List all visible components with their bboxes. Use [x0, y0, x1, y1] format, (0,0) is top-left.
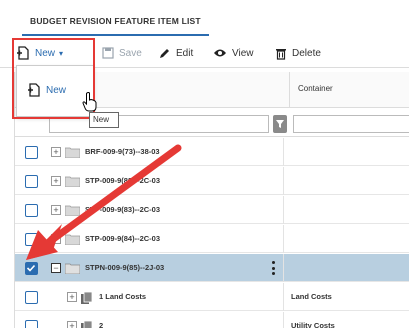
folder-icon	[65, 147, 80, 158]
delete-button-label: Delete	[292, 47, 321, 59]
expand-icon[interactable]: +	[51, 205, 61, 215]
row-checkbox[interactable]	[25, 175, 38, 188]
column-divider	[283, 196, 284, 224]
folder-icon	[65, 176, 80, 187]
collapse-icon[interactable]: −	[51, 263, 61, 273]
save-button-label: Save	[119, 47, 142, 59]
filter-button[interactable]	[273, 115, 287, 133]
hand-cursor-icon	[82, 92, 97, 112]
edit-button[interactable]: Edit	[158, 38, 193, 68]
container-filter-input[interactable]	[293, 115, 409, 133]
row-checkbox[interactable]	[25, 291, 38, 304]
save-button[interactable]: Save	[102, 38, 142, 68]
row-checkbox[interactable]	[25, 233, 38, 246]
tooltip: New	[89, 112, 119, 128]
table-row[interactable]: + BRF-009-9(73)--38-03	[15, 138, 409, 166]
table-row[interactable]: + STP-009-9(84)--2C-03	[15, 225, 409, 253]
tab-budget-revision-feature-item-list[interactable]: BUDGET REVISION FEATURE ITEM LIST	[22, 14, 209, 36]
column-divider	[283, 254, 284, 282]
expand-icon[interactable]: +	[51, 147, 61, 157]
row-checkbox[interactable]	[25, 204, 38, 217]
row-name: STP-009-9(83)--2C-03	[85, 205, 161, 214]
table-row-selected[interactable]: − STPN-009-9(85)--2J-03	[15, 254, 409, 282]
row-container: Land Costs	[291, 292, 332, 301]
row-name: 1 Land Costs	[99, 292, 147, 301]
delete-button[interactable]: Delete	[275, 38, 321, 68]
folder-icon	[65, 234, 80, 245]
column-divider	[283, 312, 284, 328]
row-checkbox-checked[interactable]	[25, 262, 38, 275]
eye-icon	[214, 49, 226, 57]
table-row[interactable]: + STP-009-9(82)--2C-03	[15, 167, 409, 195]
table-row[interactable]: + 1 Land Costs Land Costs	[15, 283, 409, 311]
row-checkbox[interactable]	[25, 146, 38, 159]
expand-icon[interactable]: +	[51, 234, 61, 244]
expand-icon[interactable]: +	[67, 321, 77, 328]
column-header-container[interactable]: Container	[289, 72, 409, 108]
view-button-label: View	[232, 47, 254, 59]
row-name: 2	[99, 321, 104, 328]
save-icon	[102, 47, 114, 59]
row-name: BRF-009-9(73)--38-03	[85, 147, 160, 156]
column-divider	[283, 225, 284, 253]
table-row[interactable]: + STP-009-9(83)--2C-03	[15, 196, 409, 224]
table-row[interactable]: + 2 Utility Costs	[15, 312, 409, 328]
row-container: Utility Costs	[291, 321, 335, 328]
folder-icon	[65, 205, 80, 216]
row-menu-icon[interactable]	[271, 261, 275, 275]
pencil-icon	[160, 48, 169, 58]
tab-bar: BUDGET REVISION FEATURE ITEM LIST	[0, 0, 409, 36]
row-checkbox[interactable]	[25, 320, 38, 328]
folder-icon	[65, 263, 80, 274]
column-divider	[283, 283, 284, 311]
item-icon	[81, 321, 93, 328]
row-name: STPN-009-9(85)--2J-03	[85, 263, 165, 272]
column-divider	[283, 167, 284, 195]
edit-button-label: Edit	[176, 47, 194, 59]
trash-icon	[276, 48, 286, 60]
checkmark-icon	[26, 264, 36, 272]
expand-icon[interactable]: +	[67, 292, 77, 302]
expand-icon[interactable]: +	[51, 176, 61, 186]
row-name: STP-009-9(84)--2C-03	[85, 234, 161, 243]
item-icon	[81, 292, 93, 304]
row-name: STP-009-9(82)--2C-03	[85, 176, 161, 185]
view-button[interactable]: View	[213, 38, 254, 68]
column-divider	[283, 138, 284, 166]
funnel-icon	[276, 120, 284, 128]
